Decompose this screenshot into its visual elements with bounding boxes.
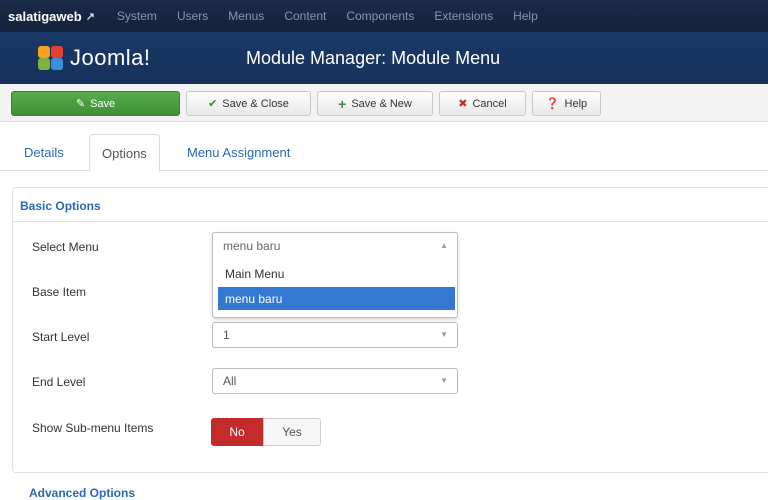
joomla-logo[interactable]: Joomla! <box>36 45 236 71</box>
start-level-label: Start Level <box>32 330 90 344</box>
show-submenu-label: Show Sub-menu Items <box>32 421 154 435</box>
site-name[interactable]: salatigaweb <box>8 9 82 24</box>
plus-icon: + <box>338 95 347 112</box>
select-menu-label: Select Menu <box>32 240 99 254</box>
show-submenu-toggle[interactable]: No Yes <box>211 418 321 446</box>
start-level-value: 1 <box>223 328 230 342</box>
chevron-down-icon: ▼ <box>440 330 448 339</box>
save-label: Save <box>90 97 116 110</box>
start-level-select[interactable]: 1 ▼ <box>212 322 458 348</box>
cancel-button[interactable]: ✖ Cancel <box>439 91 526 116</box>
legend-divider <box>13 221 768 222</box>
save-new-button[interactable]: + Save & New <box>317 91 433 116</box>
dropdown-option-main-menu[interactable]: Main Menu <box>218 262 455 285</box>
save-new-label: Save & New <box>351 97 412 110</box>
chevron-up-icon: ▲ <box>440 241 448 250</box>
base-item-label: Base Item <box>32 285 87 299</box>
save-close-label: Save & Close <box>222 97 289 110</box>
page-header: Joomla! Module Manager: Module Menu <box>0 32 768 84</box>
tab-options[interactable]: Options <box>89 134 160 172</box>
tab-details[interactable]: Details <box>12 134 76 171</box>
help-label: Help <box>564 97 588 110</box>
menu-system[interactable]: System <box>117 9 157 23</box>
cancel-icon: ✖ <box>458 98 468 110</box>
menu-help[interactable]: Help <box>513 9 538 23</box>
check-icon: ✔ <box>208 98 218 110</box>
chevron-down-icon: ▼ <box>440 376 448 385</box>
menu-users[interactable]: Users <box>177 9 208 23</box>
end-level-value: All <box>223 374 237 388</box>
dropdown-option-menu-baru[interactable]: menu baru <box>218 287 455 310</box>
menu-content[interactable]: Content <box>284 9 326 23</box>
joomla-logo-icon <box>36 45 66 71</box>
cancel-label: Cancel <box>472 97 507 110</box>
page-title: Module Manager: Module Menu <box>246 47 501 68</box>
select-menu-value: menu baru <box>223 239 281 253</box>
menu-components[interactable]: Components <box>346 9 414 23</box>
tab-bar: Details Options Menu Assignment <box>0 134 768 172</box>
menu-menus[interactable]: Menus <box>228 9 264 23</box>
top-navbar: salatigaweb ↗ System Users Menus Content… <box>0 0 768 32</box>
site-link[interactable]: salatigaweb ↗ <box>0 9 95 24</box>
save-close-button[interactable]: ✔ Save & Close <box>186 91 311 116</box>
edit-icon: ✎ <box>75 98 86 110</box>
select-menu-dropdown[interactable]: menu baru ▲ Main Menu menu baru <box>212 232 458 318</box>
joomla-logo-text: Joomla! <box>70 45 151 70</box>
tab-menu-assignment[interactable]: Menu Assignment <box>175 134 302 171</box>
end-level-label: End Level <box>32 375 86 389</box>
advanced-options-legend[interactable]: Advanced Options <box>29 486 135 500</box>
question-icon: ❓ <box>545 98 560 110</box>
help-button[interactable]: ❓ Help <box>532 91 601 116</box>
menu-extensions[interactable]: Extensions <box>434 9 493 23</box>
toggle-no-option[interactable]: No <box>211 418 263 446</box>
save-button[interactable]: ✎ Save <box>11 91 180 116</box>
select-menu-current[interactable]: menu baru ▲ <box>213 233 457 259</box>
toolbar: ✎ Save ✔ Save & Close + Save & New ✖ Can… <box>0 84 768 122</box>
external-link-icon[interactable]: ↗ <box>86 10 95 23</box>
basic-options-legend: Basic Options <box>20 199 101 213</box>
toggle-yes-option[interactable]: Yes <box>263 418 321 446</box>
end-level-select[interactable]: All ▼ <box>212 368 458 394</box>
